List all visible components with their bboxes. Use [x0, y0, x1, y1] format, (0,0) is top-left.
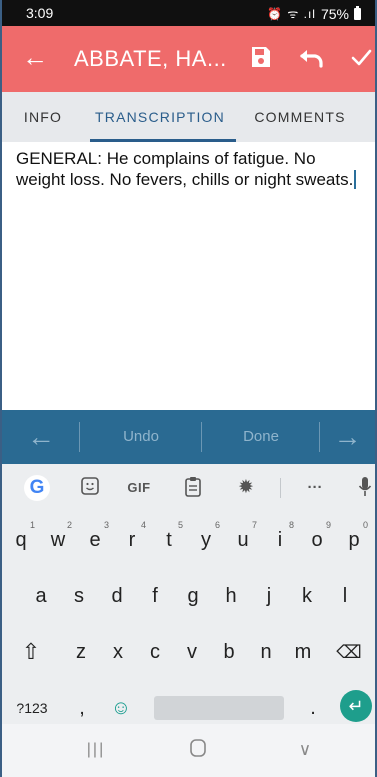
key-k[interactable]: k — [290, 572, 324, 616]
key-n[interactable]: n — [249, 628, 283, 672]
battery-icon — [354, 5, 361, 20]
undo-icon[interactable] — [299, 48, 325, 68]
comma-key[interactable]: , — [70, 684, 94, 728]
key-c[interactable]: c — [138, 628, 172, 672]
navigation-bar: ||| ∨ — [2, 724, 375, 777]
backspace-key[interactable]: ⌫ — [332, 628, 366, 672]
key-y[interactable]: y6 — [189, 516, 223, 560]
tab-bar: INFO TRANSCRIPTION COMMENTS — [2, 92, 375, 142]
gif-button[interactable]: GIF — [124, 476, 154, 500]
key-d[interactable]: d — [100, 572, 134, 616]
keyboard: G GIF ✹ ··· q1 w2 e3 r4 t5 y6 u7 i8 o9 p… — [2, 464, 375, 724]
key-i[interactable]: i8 — [263, 516, 297, 560]
symbols-key[interactable]: ?123 — [10, 684, 54, 728]
status-bar: 3:09 ⏰ ᯤ .ıl 75% — [2, 0, 375, 26]
battery-percent: 75% — [320, 5, 349, 22]
status-time: 3:09 — [26, 5, 54, 21]
key-x[interactable]: x — [101, 628, 135, 672]
alarm-wifi-signal-icon: ⏰ ᯤ .ıl — [267, 7, 316, 21]
google-icon[interactable]: G — [24, 475, 50, 501]
nav-back-icon[interactable]: ∨ — [294, 738, 316, 762]
key-t[interactable]: t5 — [152, 516, 186, 560]
period-key[interactable]: . — [302, 684, 324, 728]
transcription-textarea[interactable]: GENERAL: He complains of fatigue. No wei… — [2, 142, 375, 410]
key-m[interactable]: m — [286, 628, 320, 672]
key-h[interactable]: h — [214, 572, 248, 616]
arrow-right-icon[interactable]: → — [320, 410, 375, 464]
key-l[interactable]: l — [328, 572, 362, 616]
key-r[interactable]: r4 — [115, 516, 149, 560]
text-cursor — [354, 170, 357, 189]
clipboard-icon[interactable] — [183, 476, 203, 500]
toolbar-divider — [280, 478, 281, 498]
key-row-3: ⇧ z x c v b n m ⌫ — [2, 628, 375, 672]
key-v[interactable]: v — [175, 628, 209, 672]
tab-transcription[interactable]: TRANSCRIPTION — [80, 92, 240, 142]
transcription-text: GENERAL: He complains of fatigue. No wei… — [16, 149, 354, 189]
status-indicators: ⏰ ᯤ .ıl 75% — [267, 5, 361, 22]
space-bar[interactable] — [154, 696, 284, 720]
key-p[interactable]: p0 — [337, 516, 371, 560]
key-s[interactable]: s — [62, 572, 96, 616]
key-row-1: q1 w2 e3 r4 t5 y6 u7 i8 o9 p0 — [2, 516, 375, 560]
key-u[interactable]: u7 — [226, 516, 260, 560]
key-q[interactable]: q1 — [4, 516, 38, 560]
enter-key[interactable]: ↵ — [340, 690, 372, 722]
keyboard-toolbar: G GIF ✹ ··· — [2, 464, 375, 512]
suggestion-bar: ← Undo Done → — [2, 410, 375, 464]
mic-icon[interactable] — [357, 476, 373, 500]
undo-button[interactable]: Undo — [80, 410, 202, 464]
key-j[interactable]: j — [252, 572, 286, 616]
key-a[interactable]: a — [24, 572, 58, 616]
emoji-icon[interactable]: ☺ — [106, 684, 136, 728]
phone-screen: 3:09 ⏰ ᯤ .ıl 75% ← ABBATE, HA... INFO TR… — [0, 0, 377, 777]
key-b[interactable]: b — [212, 628, 246, 672]
key-f[interactable]: f — [138, 572, 172, 616]
tab-info[interactable]: INFO — [2, 92, 80, 142]
shift-key[interactable]: ⇧ — [14, 628, 48, 672]
key-row-2: a s d f g h j k l — [2, 572, 375, 616]
page-title: ABBATE, HA... — [74, 46, 227, 71]
done-button[interactable]: Done — [202, 410, 320, 464]
key-row-4: ?123 , ☺ . ↵ — [2, 684, 375, 728]
save-icon[interactable] — [251, 46, 271, 68]
arrow-left-icon[interactable]: ← — [2, 410, 80, 464]
key-w[interactable]: w2 — [41, 516, 75, 560]
sticker-icon[interactable] — [79, 476, 101, 500]
key-z[interactable]: z — [64, 628, 98, 672]
app-bar: ← ABBATE, HA... — [2, 26, 375, 92]
tab-comments[interactable]: COMMENTS — [240, 92, 360, 142]
recents-icon[interactable]: ||| — [84, 738, 108, 762]
key-e[interactable]: e3 — [78, 516, 112, 560]
more-icon[interactable]: ··· — [302, 476, 328, 500]
key-g[interactable]: g — [176, 572, 210, 616]
settings-icon[interactable]: ✹ — [235, 476, 257, 500]
check-icon[interactable] — [350, 46, 372, 68]
key-o[interactable]: o9 — [300, 516, 334, 560]
home-icon[interactable] — [188, 738, 208, 762]
back-arrow-icon[interactable]: ← — [22, 41, 48, 73]
